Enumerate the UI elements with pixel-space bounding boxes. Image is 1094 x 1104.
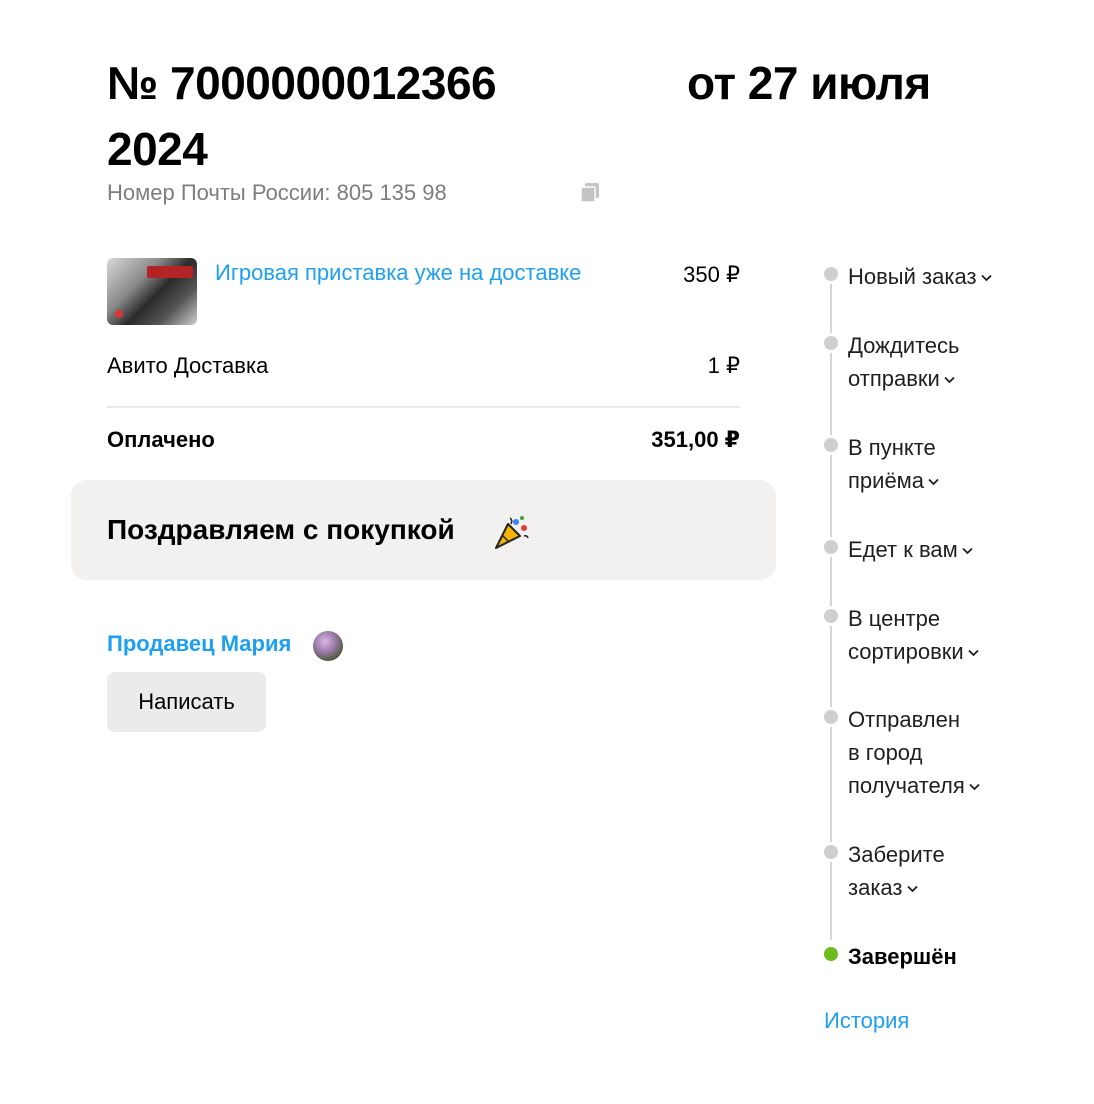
status-label: Едет к вам [848, 533, 973, 566]
chevron-down-icon [906, 886, 918, 893]
status-bullet [824, 710, 838, 724]
chevron-down-icon [928, 479, 939, 486]
order-date: от 27 июля [687, 57, 931, 109]
chevron-down-icon [969, 784, 980, 791]
status-label: В центре сортировки [848, 602, 979, 668]
item-title-link[interactable]: Игровая приставка уже на доставке [215, 260, 581, 286]
status-label: Заберите заказ [848, 842, 945, 900]
party-popper-icon [495, 516, 529, 549]
divider [107, 406, 740, 408]
tracking-number: Номер Почты России: 805 135 98 [107, 180, 702, 206]
status-label: Завершён [848, 944, 957, 969]
status-label: Новый заказ [848, 260, 992, 293]
status-bullet-done [824, 947, 838, 961]
history-link[interactable]: История [824, 1008, 909, 1034]
status-bullet [824, 267, 838, 281]
chevron-down-icon [968, 650, 979, 657]
item-price: 350 ₽ [683, 262, 740, 287]
seller-link[interactable]: Продавец Мария [107, 631, 291, 657]
status-bullet [824, 336, 838, 350]
delivery-label: Авито Доставка [107, 353, 269, 378]
status-bullet [824, 609, 838, 623]
chevron-down-icon [962, 548, 973, 555]
status-label: В пункте приёма [848, 431, 939, 497]
status-bullet [824, 540, 838, 554]
copy-icon[interactable] [580, 182, 600, 204]
order-number: № 7000000012366 [107, 57, 497, 109]
write-message-button[interactable]: Написать [107, 672, 266, 732]
order-title: № 7000000012366 от 27 июля 2024 [107, 50, 967, 182]
paid-amount: 351,00 ₽ [651, 427, 740, 452]
paid-label: Оплачено [107, 427, 215, 452]
status-label: Дождитесь отправки [848, 333, 960, 391]
tracking-label: Номер Почты России: [107, 180, 331, 205]
delivery-price: 1 ₽ [707, 353, 740, 378]
chevron-down-icon [944, 377, 955, 384]
seller-avatar[interactable] [313, 631, 343, 661]
status-bullet [824, 845, 838, 859]
congrats-text: Поздравляем с покупкой [107, 514, 455, 545]
status-label: Отправлен в город получателя [848, 703, 980, 802]
order-year: 2024 [107, 123, 208, 175]
chevron-down-icon [980, 275, 992, 282]
tracking-value: 805 135 98 [336, 180, 447, 205]
status-bullet [824, 438, 838, 452]
item-thumbnail[interactable] [107, 258, 197, 325]
